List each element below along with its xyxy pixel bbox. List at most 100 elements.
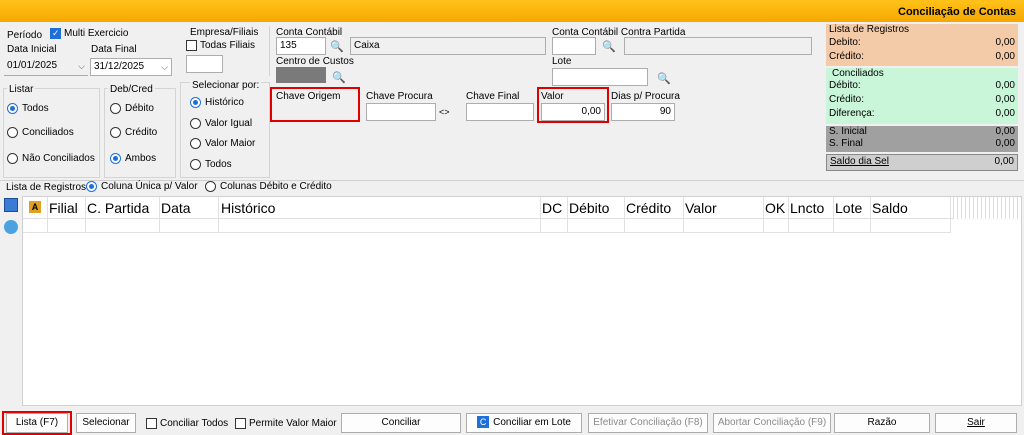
radio-icon	[110, 153, 121, 164]
centro-custos-input[interactable]	[276, 67, 326, 83]
col-debito[interactable]: Débito	[569, 200, 609, 216]
col-c-partida[interactable]: C. Partida	[87, 200, 149, 216]
conciliar-button[interactable]: Conciliar	[341, 413, 461, 433]
dias-procura-input[interactable]: 90	[611, 103, 675, 121]
col-saldo[interactable]: Saldo	[872, 200, 908, 216]
conta-desc-field: Caixa	[350, 37, 546, 55]
multi-exercicio-checkbox[interactable]: Multi Exercicio	[50, 28, 128, 39]
col-ok[interactable]: OK	[765, 200, 785, 216]
efetivar-button[interactable]: Efetivar Conciliação (F8)	[588, 413, 708, 433]
radio-valor-igual[interactable]: Valor Igual	[190, 118, 252, 129]
radio-icon	[7, 127, 18, 138]
window-title: Conciliação de Contas	[898, 6, 1016, 18]
data-inicial-label: Data Inicial	[7, 44, 57, 55]
radio-todos[interactable]: Todos	[7, 103, 49, 114]
lista-button[interactable]: Lista (F7)	[6, 413, 68, 433]
radio-icon	[205, 181, 216, 192]
col-lncto[interactable]: Lncto	[790, 200, 824, 216]
saldos-panel: S. Inicial 0,00 S. Final 0,00	[826, 126, 1018, 152]
valor-input[interactable]: 0,00	[541, 103, 605, 121]
listar-label: Listar	[7, 84, 36, 95]
selecionar-button[interactable]: Selecionar	[76, 413, 136, 433]
data-final-label: Data Final	[91, 44, 137, 55]
radio-nao-conciliados[interactable]: Não Conciliados	[7, 153, 95, 164]
radio-conciliados[interactable]: Conciliados	[7, 127, 74, 138]
conciliados-credito-value: 0,00	[995, 94, 1015, 105]
radio-valor-maior[interactable]: Valor Maior	[190, 138, 255, 149]
col-filial[interactable]: Filial	[49, 200, 78, 216]
col-lote[interactable]: Lote	[835, 200, 862, 216]
conciliados-diferenca-value: 0,00	[995, 108, 1015, 119]
lote-input[interactable]	[552, 68, 648, 86]
saldo-final-value: 0,00	[995, 138, 1015, 149]
radio-colunas-debito-credito[interactable]: Colunas Débito e Crédito	[205, 181, 332, 192]
swap-button[interactable]: <>	[439, 107, 450, 117]
radio-icon	[190, 97, 201, 108]
conciliados-panel: Conciliados Débito: 0,00 Crédito: 0,00 Dif…	[826, 68, 1018, 124]
chevron-down-icon: ⌵	[78, 61, 85, 71]
grid-header: Filial C. Partida Data Histórico DC Débi…	[23, 197, 1021, 219]
conciliar-todos-checkbox[interactable]: Conciliar Todos	[146, 418, 228, 429]
data-inicial-select[interactable]: 01/01/2025 ⌵	[4, 58, 88, 76]
col-data[interactable]: Data	[161, 200, 191, 216]
checkbox-icon	[50, 28, 61, 39]
col-historico[interactable]: Histórico	[221, 200, 275, 216]
chave-final-label: Chave Final	[466, 91, 520, 102]
radio-icon	[190, 118, 201, 129]
lista-registros-panel: Lista de Registros Debito: 0,00 Crédito: 0…	[826, 24, 1018, 66]
table-row[interactable]	[23, 219, 951, 233]
todas-filiais-checkbox[interactable]: Todas Filiais	[186, 40, 255, 51]
permite-valor-maior-checkbox[interactable]: Permite Valor Maior	[235, 418, 337, 429]
chave-origem-label: Chave Origem	[276, 91, 341, 102]
col-credito[interactable]: Crédito	[626, 200, 671, 216]
col-dc[interactable]: DC	[542, 200, 562, 216]
radio-ambos[interactable]: Ambos	[110, 153, 156, 164]
lista-credito-value: 0,00	[995, 51, 1015, 62]
saldo-dia-sel-value: 0,00	[994, 156, 1014, 167]
binoculars-icon[interactable]: 🔍	[602, 40, 616, 53]
binoculars-icon[interactable]: 🔍	[330, 40, 344, 53]
radio-icon	[190, 138, 201, 149]
data-final-select[interactable]: 31/12/2025 ⌵	[90, 58, 172, 76]
abortar-button[interactable]: Abortar Conciliação (F9)	[713, 413, 831, 433]
saldo-inicial-value: 0,00	[995, 126, 1015, 137]
centro-custos-label: Centro de Custos	[276, 56, 354, 67]
razao-button[interactable]: Razão	[834, 413, 930, 433]
conciliar-lote-button[interactable]: C Conciliar em Lote	[466, 413, 582, 433]
radio-icon	[110, 127, 121, 138]
grid-scroll-area	[953, 197, 1021, 219]
binoculars-icon[interactable]: 🔍	[657, 72, 671, 85]
lista-debito-value: 0,00	[995, 37, 1015, 48]
radio-icon	[190, 159, 201, 170]
radio-coluna-unica[interactable]: Coluna Única p/ Valor	[86, 181, 198, 192]
contra-partida-desc	[624, 37, 812, 55]
export-icon[interactable]	[4, 198, 18, 212]
filial-input[interactable]	[186, 55, 223, 73]
binoculars-icon: 🔍	[332, 72, 346, 84]
empresa-label: Empresa/Filiais	[190, 27, 259, 38]
title-bar: Conciliação de Contas	[0, 0, 1024, 22]
chave-final-input[interactable]	[466, 103, 534, 121]
chevron-down-icon: ⌵	[161, 62, 168, 72]
checkbox-icon	[186, 40, 197, 51]
debcred-label: Deb/Cred	[108, 84, 155, 95]
valor-label: Valor	[541, 91, 564, 102]
radio-historico[interactable]: Histórico	[190, 97, 244, 108]
chave-procura-input[interactable]	[366, 103, 436, 121]
col-valor[interactable]: Valor	[685, 200, 717, 216]
sair-button[interactable]: Sair	[935, 413, 1017, 433]
chave-procura-label: Chave Procura	[366, 91, 433, 102]
radio-credito[interactable]: Crédito	[110, 127, 157, 138]
radio-debito[interactable]: Débito	[110, 103, 154, 114]
conta-contabil-input[interactable]: 135	[276, 37, 326, 55]
refresh-icon[interactable]	[4, 220, 18, 234]
contra-partida-input[interactable]	[552, 37, 596, 55]
lote-label: Lote	[552, 56, 572, 67]
registros-grid[interactable]: A Filial C. Partida Data Histórico DC Dé…	[22, 196, 1022, 406]
selecionar-por-label: Selecionar por:	[190, 80, 262, 91]
radio-selecionar-todos[interactable]: Todos	[190, 159, 232, 170]
conciliados-title: Conciliados	[832, 68, 884, 79]
radio-icon	[7, 153, 18, 164]
saldo-dia-sel-panel: Saldo dia Sel 0,00	[826, 154, 1018, 171]
radio-icon	[7, 103, 18, 114]
